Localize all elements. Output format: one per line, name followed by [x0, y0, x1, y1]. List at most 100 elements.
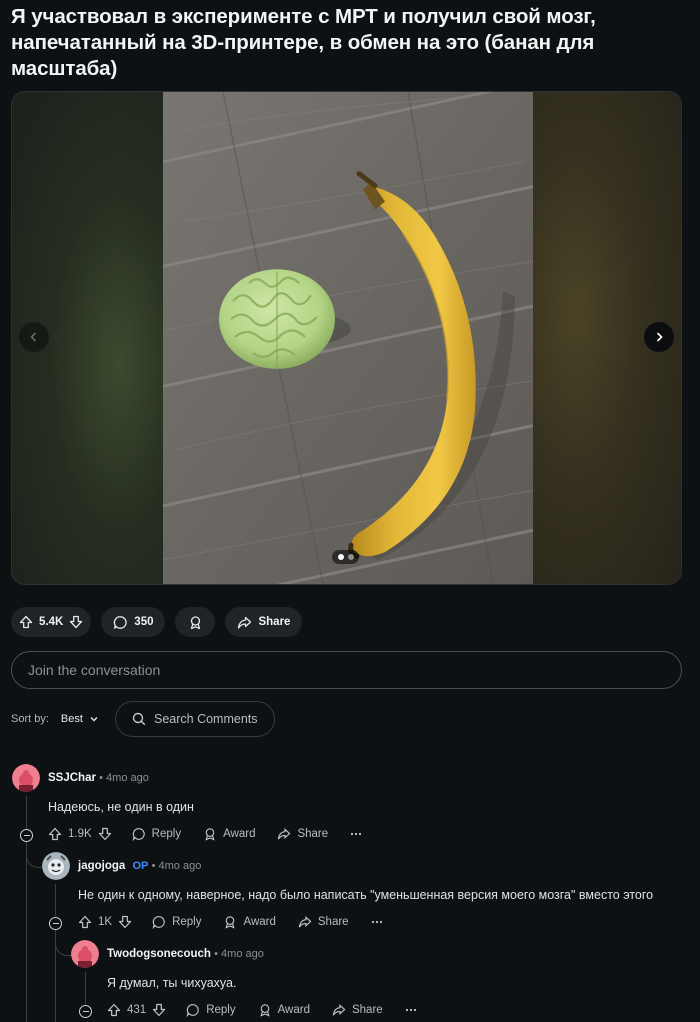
award-label: Award	[277, 1004, 310, 1016]
comment-author-line: jagojoga OP • 4mo ago	[78, 860, 201, 872]
comment-icon	[152, 916, 165, 929]
upvote-icon[interactable]	[48, 827, 62, 841]
comment-author[interactable]: jagojoga	[78, 860, 125, 872]
reply-button[interactable]: Reply	[132, 827, 181, 841]
comment-vote-group: 1.9K	[48, 827, 112, 841]
more-options-button[interactable]	[371, 920, 383, 924]
comment-sort-bar: Sort by: Best Search Comments	[11, 701, 275, 737]
chevron-down-icon	[90, 717, 98, 722]
avatar[interactable]	[71, 940, 99, 968]
comment-score: 431	[127, 1004, 147, 1016]
award-icon	[259, 1004, 270, 1017]
comment-vote-group: 431	[107, 1003, 166, 1017]
award-icon	[225, 916, 236, 929]
comment-time: 4mo ago	[106, 772, 149, 784]
more-icon	[371, 920, 382, 924]
share-icon	[332, 1004, 346, 1016]
share-label: Share	[317, 916, 349, 928]
share-button[interactable]: Share	[277, 827, 328, 841]
thread-line-level1	[26, 796, 27, 830]
award-icon	[205, 828, 215, 841]
award-button[interactable]: Award	[258, 1003, 310, 1017]
comment-actions: 1.9K Reply Award Share	[48, 827, 362, 841]
chevron-right-icon	[656, 332, 663, 342]
post-actions-bar: 5.4K 350 Share	[11, 607, 303, 637]
share-label: Share	[258, 616, 291, 628]
upvote-icon[interactable]	[78, 915, 92, 929]
thread-line-level2	[55, 884, 56, 916]
downvote-icon[interactable]	[69, 615, 83, 629]
comment-composer-input[interactable]: Join the conversation	[11, 651, 682, 689]
post-score: 5.4K	[39, 616, 64, 628]
comment-meta: • 4mo ago	[99, 772, 149, 784]
award-button[interactable]	[175, 607, 216, 637]
comment-actions: 1K Reply Award Share	[78, 915, 383, 929]
comment-icon	[114, 615, 127, 629]
post-image[interactable]	[163, 92, 533, 584]
gallery-dot[interactable]	[347, 554, 354, 560]
more-icon	[405, 1008, 416, 1012]
comment-icon	[132, 828, 145, 841]
search-comments-input[interactable]: Search Comments	[115, 701, 275, 737]
post-title: Я участвовал в эксперименте с МРТ и полу…	[11, 5, 596, 80]
comment-meta: • 4mo ago	[151, 860, 202, 872]
more-options-button[interactable]	[405, 1008, 417, 1012]
comments-button[interactable]: 350	[101, 607, 166, 637]
comment-author[interactable]: Twodogsonecouch	[107, 948, 211, 960]
share-icon	[298, 916, 312, 928]
gallery-dot-active[interactable]	[337, 554, 344, 560]
op-badge: OP	[132, 860, 149, 872]
gallery-next-button[interactable]	[644, 322, 674, 352]
downvote-icon[interactable]	[152, 1003, 166, 1017]
chevron-left-icon	[30, 332, 37, 342]
share-button[interactable]: Share	[332, 1003, 383, 1017]
comment-author-line: Twodogsonecouch • 4mo ago	[107, 948, 264, 960]
sort-dropdown[interactable]: Best	[61, 713, 99, 725]
composer-placeholder: Join the conversation	[28, 662, 161, 678]
reply-label: Reply	[172, 916, 202, 928]
search-icon	[132, 712, 146, 726]
avatar[interactable]	[12, 764, 40, 792]
thread-line-level3	[85, 972, 86, 1004]
award-label: Award	[243, 916, 276, 928]
comment-count: 350	[134, 616, 154, 628]
comment-body: Я думал, ты чихуахуа.	[107, 976, 237, 990]
reply-label: Reply	[151, 828, 182, 840]
reply-button[interactable]: Reply	[186, 1003, 236, 1017]
collapse-thread-button[interactable]	[20, 829, 33, 842]
comment-author[interactable]: SSJChar	[48, 772, 96, 784]
collapse-thread-button[interactable]	[79, 1005, 92, 1018]
comment-body: Не один к одному, наверное, надо было на…	[78, 888, 654, 902]
gallery-pagination	[332, 550, 359, 564]
upvote-icon[interactable]	[107, 1003, 121, 1017]
share-label: Share	[351, 1004, 383, 1016]
comment-actions: 431 Reply Award Share	[107, 1003, 417, 1017]
comment-score: 1.9K	[68, 828, 92, 840]
comment-time: 4mo ago	[158, 860, 202, 872]
reply-button[interactable]: Reply	[152, 915, 201, 929]
award-button[interactable]: Award	[203, 827, 255, 841]
comment-body: Надеюсь, не один в один	[48, 800, 194, 814]
thread-line-level1-continue	[26, 842, 27, 1022]
comment-meta: • 4mo ago	[214, 948, 264, 960]
collapse-thread-button[interactable]	[49, 917, 62, 930]
sort-label: Sort by:	[11, 713, 49, 725]
sort-value: Best	[60, 713, 83, 725]
thread-elbow-level3	[55, 930, 71, 956]
image-gallery[interactable]	[11, 91, 682, 585]
avatar[interactable]	[42, 852, 70, 880]
share-button[interactable]: Share	[298, 915, 349, 929]
thread-elbow-level2	[26, 842, 42, 868]
gallery-prev-button[interactable]	[19, 322, 49, 352]
more-icon	[351, 832, 362, 836]
share-icon	[278, 828, 291, 840]
downvote-icon[interactable]	[98, 827, 112, 841]
comment-icon	[186, 1004, 199, 1017]
more-options-button[interactable]	[350, 832, 362, 836]
share-button[interactable]: Share	[225, 607, 303, 637]
award-button[interactable]: Award	[223, 915, 276, 929]
comment-vote-group: 1K	[78, 915, 132, 929]
reply-label: Reply	[206, 1004, 236, 1016]
downvote-icon[interactable]	[118, 915, 132, 929]
upvote-icon[interactable]	[19, 615, 33, 629]
